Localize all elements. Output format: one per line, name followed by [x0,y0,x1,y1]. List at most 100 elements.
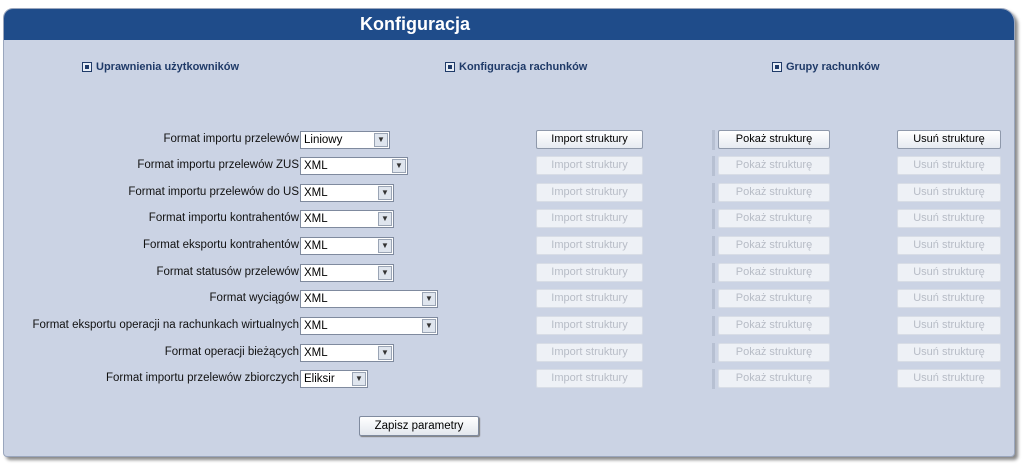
format-select-value: XML [304,240,328,252]
import-structure-button: Import struktury [536,183,643,202]
format-label: Format importu przelewów [163,133,299,145]
format-select[interactable]: XML ▼ [300,157,408,175]
import-structure-button: Import struktury [536,236,643,255]
format-label: Format eksportu kontrahentów [143,239,299,251]
chevron-down-icon[interactable]: ▼ [352,372,366,386]
format-select[interactable]: XML ▼ [300,344,394,362]
nav-link-accounts-config[interactable]: Konfiguracja rachunków [445,61,587,73]
format-select[interactable]: XML ▼ [300,237,394,255]
format-select[interactable]: XML ▼ [300,317,438,335]
format-row: Format eksportu kontrahentów XML ▼ Impor… [4,236,1014,256]
import-structure-button: Import struktury [536,343,643,362]
show-structure-button: Pokaż strukturę [718,209,830,228]
format-select-value: XML [304,267,328,279]
column-divider [712,343,715,363]
nav-link-users-label: Uprawnienia użytkowników [96,61,240,73]
show-structure-button: Pokaż strukturę [718,263,830,282]
nav-link-account-groups-label: Grupy rachunków [786,61,880,73]
format-label: Format eksportu operacji na rachunkach w… [32,319,299,331]
show-structure-button: Pokaż strukturę [718,343,830,362]
format-row: Format eksportu operacji na rachunkach w… [4,316,1014,336]
format-label: Format wyciągów [209,292,299,304]
delete-structure-button: Usuń strukturę [897,209,1001,228]
format-select[interactable]: XML ▼ [300,264,394,282]
show-structure-button: Pokaż strukturę [718,289,830,308]
show-structure-button: Pokaż strukturę [718,316,830,335]
show-structure-button: Pokaż strukturę [718,236,830,255]
nav-link-accounts-config-label: Konfiguracja rachunków [459,61,588,73]
format-row: Format importu przelewów Liniowy ▼ Impor… [4,130,1014,150]
column-divider [712,130,715,150]
format-select-value: XML [304,213,328,225]
format-select-value: XML [304,187,328,199]
column-divider [712,289,715,309]
chevron-down-icon[interactable]: ▼ [378,186,392,200]
format-select[interactable]: Liniowy ▼ [300,131,390,149]
delete-structure-button: Usuń strukturę [897,289,1001,308]
format-row: Format importu przelewów zbiorczych Elik… [4,369,1014,389]
column-divider [712,263,715,283]
format-row: Format importu przelewów ZUS XML ▼ Impor… [4,156,1014,176]
delete-structure-button: Usuń strukturę [897,156,1001,175]
delete-structure-button: Usuń strukturę [897,183,1001,202]
format-label: Format statusów przelewów [156,266,299,278]
nav-link-users[interactable]: Uprawnienia użytkowników [82,61,239,73]
column-divider [712,183,715,203]
format-row: Format importu przelewów do US XML ▼ Imp… [4,183,1014,203]
page-title: Konfiguracja [360,14,471,34]
import-structure-button: Import struktury [536,289,643,308]
chevron-down-icon[interactable]: ▼ [422,319,436,333]
chevron-down-icon[interactable]: ▼ [378,266,392,280]
format-select-value: XML [304,160,328,172]
format-row: Format operacji bieżących XML ▼ Import s… [4,343,1014,363]
format-row: Format wyciągów XML ▼ Import struktury P… [4,289,1014,309]
delete-structure-button[interactable]: Usuń strukturę [897,130,1001,149]
format-label: Format importu przelewów ZUS [137,159,299,171]
import-structure-button[interactable]: Import struktury [536,130,643,149]
nav-link-account-groups[interactable]: Grupy rachunków [772,61,880,73]
format-label: Format importu kontrahentów [148,212,299,224]
bullet-icon [445,62,455,72]
format-label: Format importu przelewów do US [128,186,299,198]
format-select-value: Liniowy [304,134,343,146]
save-parameters-button[interactable]: Zapisz parametry [359,416,479,436]
delete-structure-button: Usuń strukturę [897,236,1001,255]
format-select-value: Eliksir [304,373,335,385]
import-structure-button: Import struktury [536,156,643,175]
config-panel: Konfiguracja Uprawnienia użytkowników Ko… [3,8,1015,457]
chevron-down-icon[interactable]: ▼ [422,292,436,306]
column-divider [712,156,715,176]
format-label: Format importu przelewów zbiorczych [105,372,299,384]
format-select[interactable]: XML ▼ [300,290,438,308]
format-select[interactable]: XML ▼ [300,184,394,202]
column-divider [712,236,715,256]
column-divider [712,316,715,336]
import-structure-button: Import struktury [536,316,643,335]
show-structure-button[interactable]: Pokaż strukturę [718,130,830,149]
bullet-icon [82,62,92,72]
chevron-down-icon[interactable]: ▼ [392,159,406,173]
delete-structure-button: Usuń strukturę [897,343,1001,362]
chevron-down-icon[interactable]: ▼ [378,346,392,360]
show-structure-button: Pokaż strukturę [718,156,830,175]
format-row: Format importu kontrahentów XML ▼ Import… [4,209,1014,229]
show-structure-button: Pokaż strukturę [718,183,830,202]
format-select[interactable]: Eliksir ▼ [300,370,368,388]
format-select[interactable]: XML ▼ [300,210,394,228]
format-select-value: XML [304,320,328,332]
import-structure-button: Import struktury [536,209,643,228]
bullet-icon [772,62,782,72]
show-structure-button: Pokaż strukturę [718,369,830,388]
import-structure-button: Import struktury [536,369,643,388]
format-row: Format statusów przelewów XML ▼ Import s… [4,263,1014,283]
chevron-down-icon[interactable]: ▼ [378,212,392,226]
delete-structure-button: Usuń strukturę [897,316,1001,335]
format-label: Format operacji bieżących [164,346,299,358]
header-bar: Konfiguracja [4,9,1014,40]
column-divider [712,209,715,229]
format-select-value: XML [304,347,328,359]
chevron-down-icon[interactable]: ▼ [374,133,388,147]
chevron-down-icon[interactable]: ▼ [378,239,392,253]
delete-structure-button: Usuń strukturę [897,263,1001,282]
column-divider [712,369,715,389]
